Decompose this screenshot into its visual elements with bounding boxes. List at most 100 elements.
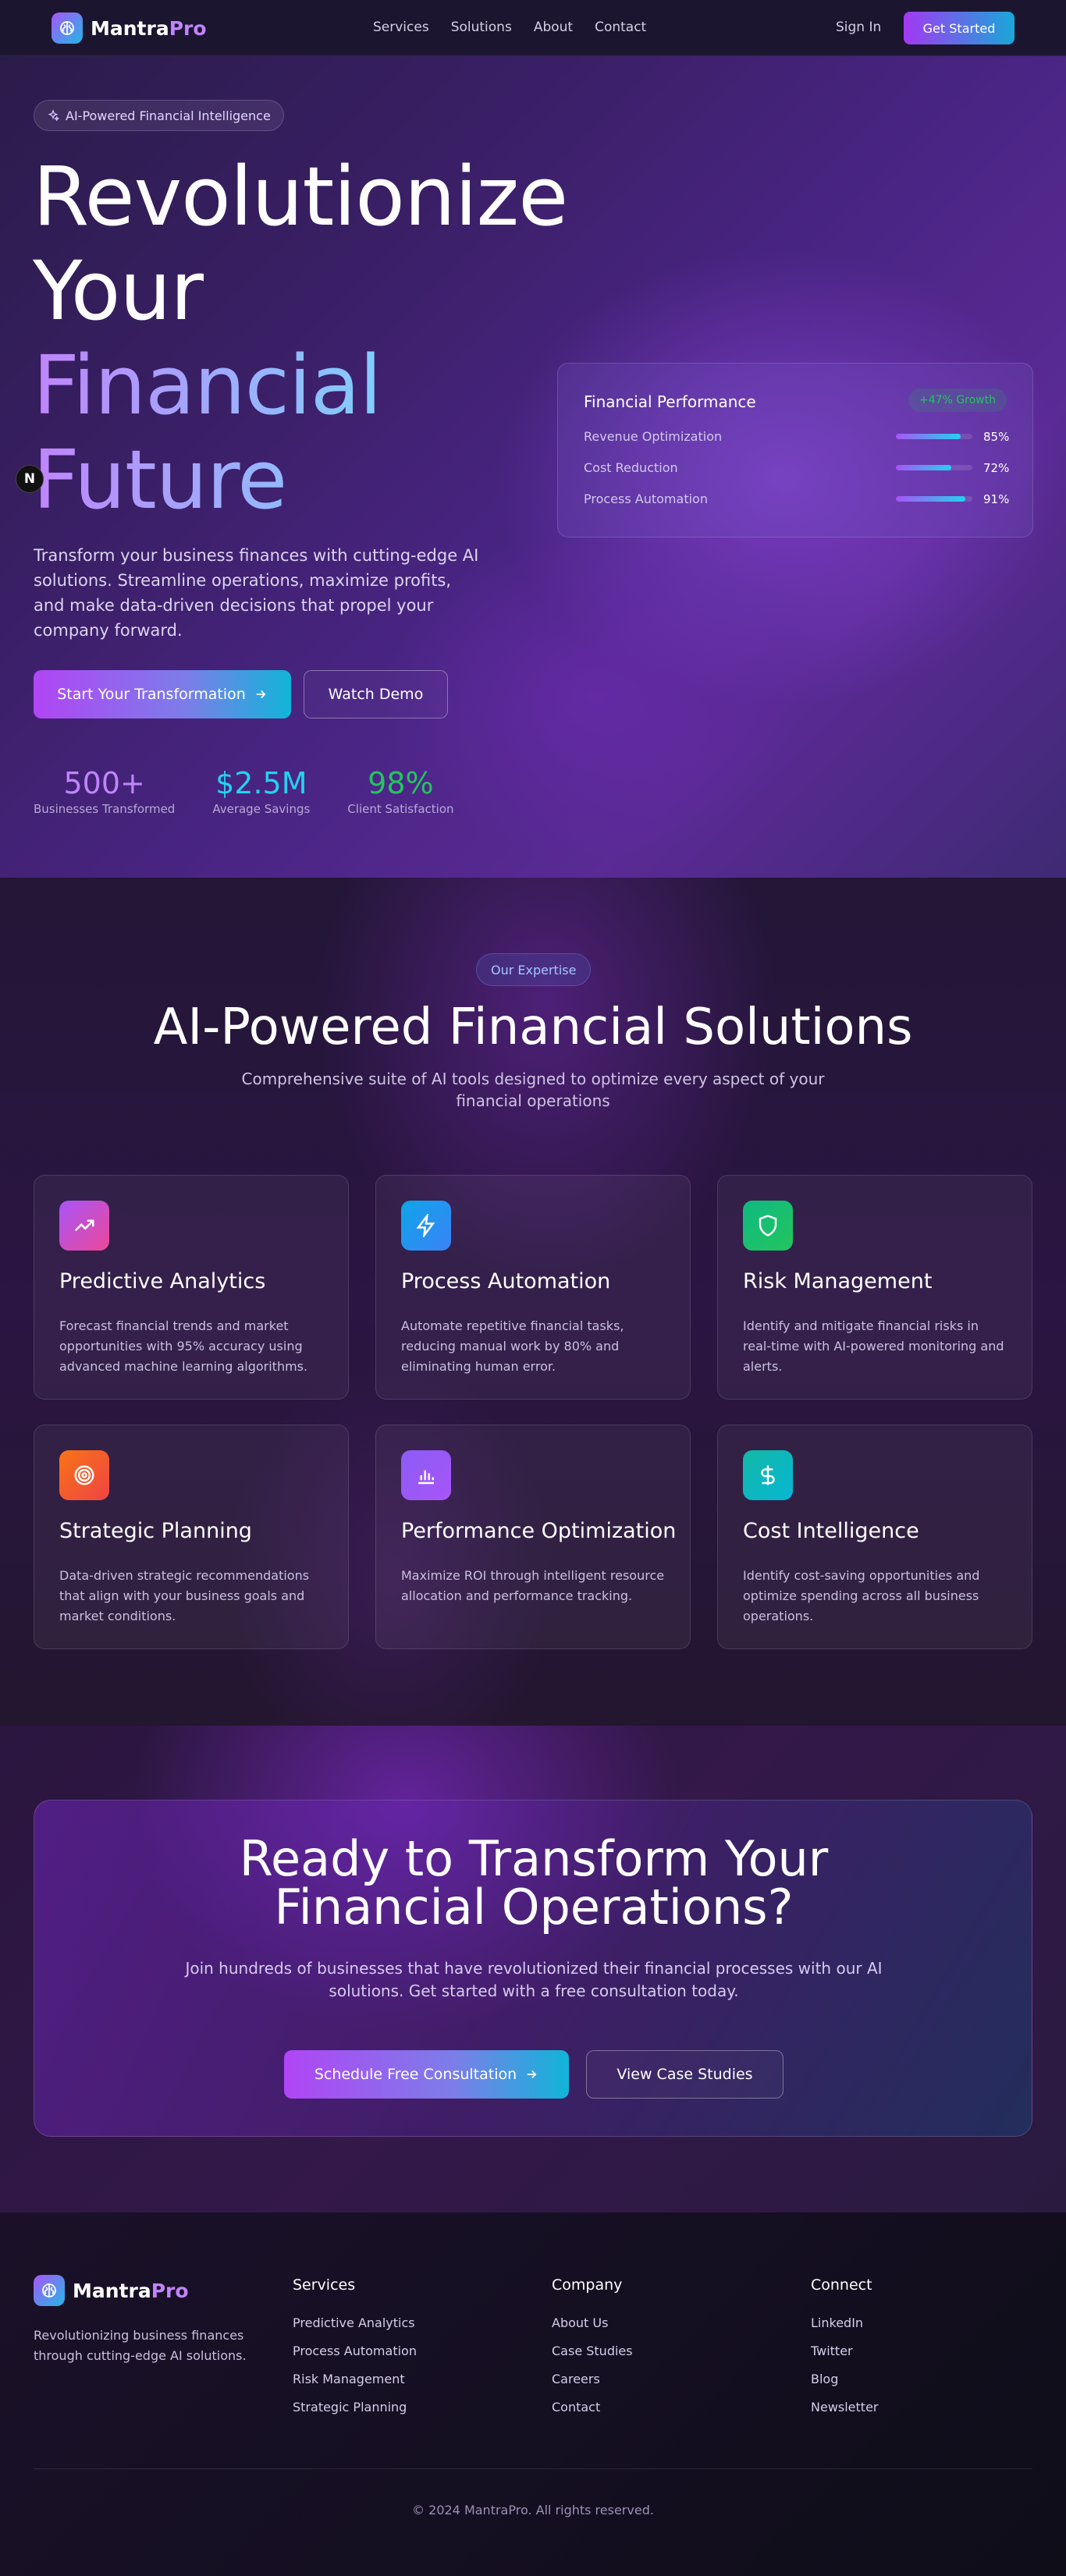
arrow-right-icon [254,687,268,701]
hero-title-line4: Future [33,433,567,527]
performance-row-label: Process Automation [584,491,708,506]
cta-subtitle: Join hundreds of businesses that have re… [185,1959,883,2000]
footer-link[interactable]: Predictive Analytics [293,2315,417,2344]
hero-description: Transform your business finances with cu… [34,546,479,640]
progress-bar [896,496,972,502]
stat-label: Average Savings [212,802,311,816]
card-title: Cost Intelligence [743,1519,919,1543]
card-title: Process Automation [401,1269,611,1293]
card-description: Maximize ROI through intelligent resourc… [401,1568,665,1603]
arrow-right-icon [524,2067,538,2081]
get-started-button[interactable]: Get Started [904,12,1014,44]
performance-row-cost: Cost Reduction 72% [584,460,1010,475]
performance-card-title: Financial Performance [584,392,756,411]
footer-link[interactable]: Risk Management [293,2372,417,2400]
card-cost-intelligence[interactable]: Cost Intelligence Identify cost-saving o… [717,1425,1032,1649]
card-title: Strategic Planning [59,1519,252,1543]
view-case-studies-button[interactable]: View Case Studies [586,2050,784,2099]
footer-link[interactable]: Blog [811,2372,879,2400]
brand-logo[interactable]: MantraPro [52,12,207,44]
card-strategic-planning[interactable]: Strategic Planning Data-driven strategic… [34,1425,349,1649]
card-title: Predictive Analytics [59,1269,266,1293]
growth-badge: +47% Growth [908,389,1007,412]
hero-title: Revolutionize Your Financial Future [33,150,568,527]
hero-title-line2: Your [33,243,204,339]
progress-fill [896,434,961,439]
brain-icon [34,2275,65,2306]
footer-link[interactable]: About Us [552,2315,633,2344]
nav-link-services[interactable]: Services [373,20,429,35]
shield-icon [743,1201,793,1251]
financial-performance-card: Financial Performance +47% Growth Revenu… [557,363,1033,538]
sign-in-link[interactable]: Sign In [836,20,881,35]
footer-brand-logo[interactable]: MantraPro [34,2275,189,2306]
footer-link[interactable]: Process Automation [293,2344,417,2372]
footer-link[interactable]: Newsletter [811,2400,879,2428]
card-title: Performance Optimization [401,1519,677,1543]
stat-savings: $2.5M Average Savings [212,766,310,816]
trending-up-icon [59,1201,109,1251]
floating-n-badge[interactable]: N [16,465,44,493]
card-description: Forecast financial trends and market opp… [59,1318,308,1374]
footer-divider [34,2468,1032,2469]
footer-col-connect: Connect LinkedIn Twitter Blog Newsletter [811,2276,879,2428]
watch-demo-button[interactable]: Watch Demo [304,670,448,719]
progress-bar [896,434,972,439]
footer-tagline: Revolutionizing business finances throug… [34,2328,247,2363]
cta-title-line2: Financial Operations? [274,1879,794,1936]
performance-row-label: Revenue Optimization [584,429,723,444]
card-risk-management[interactable]: Risk Management Identify and mitigate fi… [717,1175,1032,1400]
footer-link[interactable]: Case Studies [552,2344,633,2372]
schedule-consultation-button[interactable]: Schedule Free Consultation [284,2050,569,2099]
expertise-title: AI-Powered Financial Solutions [153,999,913,1056]
nav-link-solutions[interactable]: Solutions [451,20,512,35]
cta-title-line1: Ready to Transform Your [239,1830,829,1887]
footer-link[interactable]: Careers [552,2372,633,2400]
progress-fill [896,465,951,470]
footer: MantraPro Revolutionizing business finan… [0,2212,1066,2576]
performance-row-label: Cost Reduction [584,460,678,475]
nav-link-contact[interactable]: Contact [595,20,646,35]
footer-link[interactable]: Twitter [811,2344,879,2372]
stat-value: 98% [368,766,434,800]
hero-stats: 500+ Businesses Transformed $2.5M Averag… [34,766,454,816]
progress-fill [896,496,966,502]
performance-row-value: 85% [983,429,1010,444]
stat-satisfaction: 98% Client Satisfaction [347,766,453,816]
expertise-subtitle: Comprehensive suite of AI tools designed… [241,1070,825,1110]
hero-title-line3: Financial [33,339,567,433]
lightning-icon [401,1201,451,1251]
footer-col-services: Services Predictive Analytics Process Au… [293,2276,417,2428]
stat-businesses: 500+ Businesses Transformed [34,766,175,816]
stat-label: Businesses Transformed [34,802,176,816]
footer-link[interactable]: Contact [552,2400,633,2428]
brain-icon [52,12,83,44]
footer-brand-name: MantraPro [73,2279,189,2302]
performance-row-value: 91% [983,491,1010,506]
target-icon [59,1450,109,1500]
footer-col-company: Company About Us Case Studies Careers Co… [552,2276,633,2428]
card-description: Data-driven strategic recommendations th… [59,1568,310,1623]
footer-link[interactable]: Strategic Planning [293,2400,417,2428]
footer-link[interactable]: LinkedIn [811,2315,879,2344]
hero-section: AI-Powered Financial Intelligence Revolu… [0,56,1066,878]
start-transformation-button[interactable]: Start Your Transformation [34,670,291,719]
stat-value: 500+ [63,766,145,800]
card-performance-optimization[interactable]: Performance Optimization Maximize ROI th… [375,1425,691,1649]
brand-name: MantraPro [91,16,207,40]
card-predictive-analytics[interactable]: Predictive Analytics Forecast financial … [34,1175,349,1400]
card-process-automation[interactable]: Process Automation Automate repetitive f… [375,1175,691,1400]
footer-col-heading: Services [293,2276,356,2294]
card-description: Automate repetitive financial tasks, red… [401,1318,624,1374]
bar-chart-icon [401,1450,451,1500]
hero-pill: AI-Powered Financial Intelligence [34,100,284,131]
cta-title: Ready to Transform Your Financial Operat… [34,1835,1033,1932]
cta-card: Ready to Transform Your Financial Operat… [34,1800,1032,2137]
expertise-pill: Our Expertise [476,953,592,986]
nav-link-about[interactable]: About [534,20,573,35]
top-nav: MantraPro Services Solutions About Conta… [0,0,1066,56]
progress-bar [896,465,972,470]
performance-row-automation: Process Automation 91% [584,491,1010,506]
performance-row-value: 72% [983,460,1010,475]
hero-pill-text: AI-Powered Financial Intelligence [66,108,271,123]
